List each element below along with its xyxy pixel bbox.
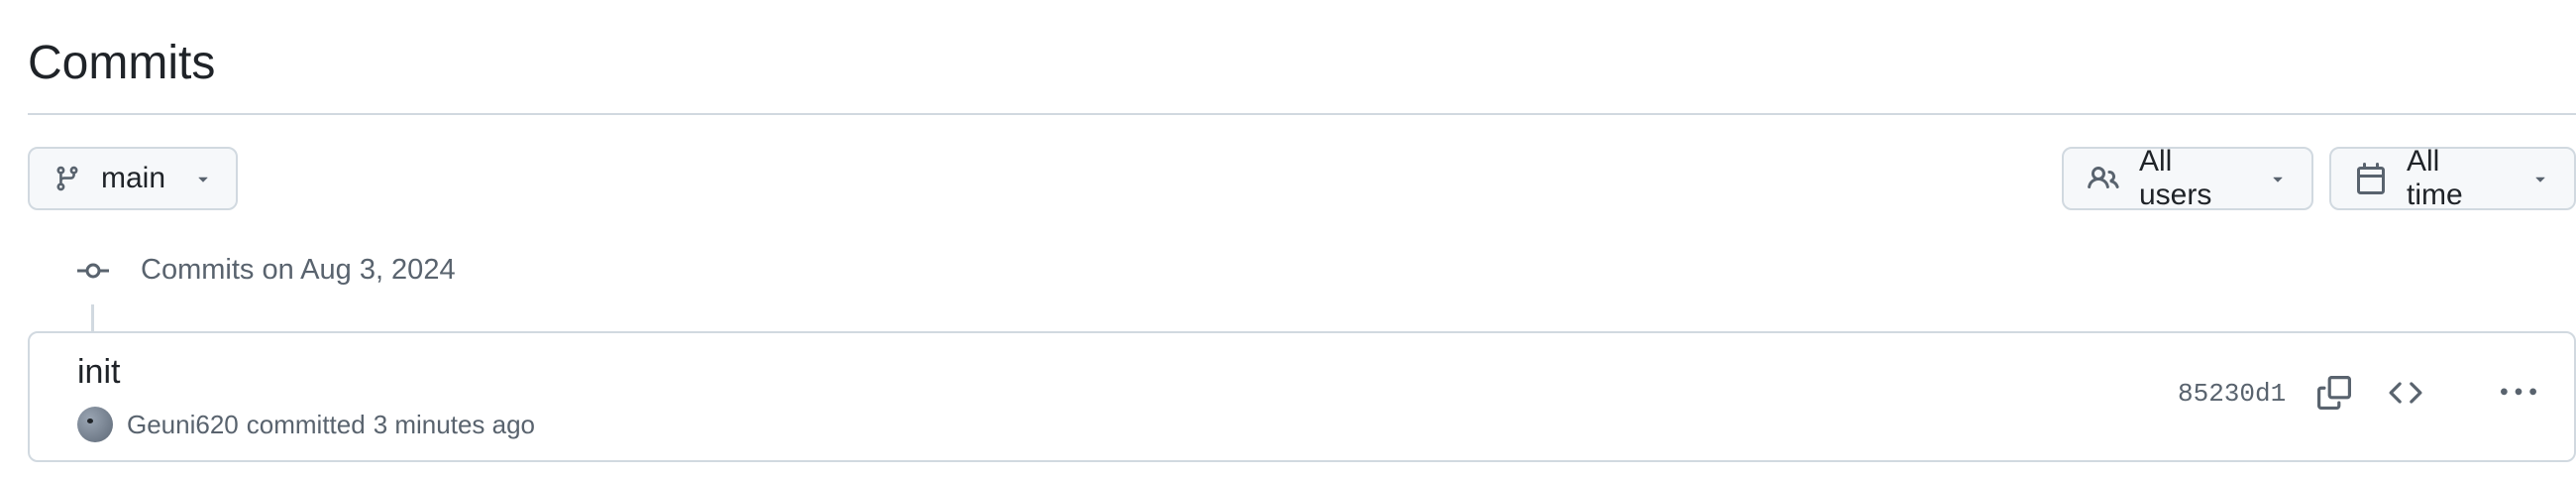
title-divider [28,113,2576,115]
commit-time: 3 minutes ago [373,409,536,439]
copy-sha-button[interactable] [2307,367,2362,422]
git-branch-icon [54,163,81,194]
users-filter-button[interactable]: All users [2062,145,2313,211]
commit-author-link[interactable]: Geuni620 [127,410,239,440]
code-icon [2389,376,2422,415]
browse-code-button[interactable] [2378,367,2433,422]
commits-page: Commits main All users All time Commits … [0,0,2576,480]
caret-down-icon [193,169,213,188]
more-actions-button[interactable] [2491,367,2546,422]
commit-action-text: committed [246,409,366,439]
commit-sha-link[interactable]: 85230d1 [2178,379,2286,409]
copy-icon [2317,375,2351,415]
caret-down-icon [2268,169,2288,188]
commit-group-header: Commits on Aug 3, 2024 [75,254,456,287]
time-filter-label: All time [2407,145,2463,211]
git-commit-icon [75,261,111,281]
timeline-connector [91,304,94,332]
page-title: Commits [28,37,216,89]
avatar[interactable] [77,407,113,442]
users-filter-label: All users [2139,145,2212,211]
commit-message-link[interactable]: init [77,353,120,392]
commit-row: init Geuni620 committed 3 minutes ago 85… [28,331,2576,462]
branch-label: main [101,162,166,194]
commit-meta: Geuni620 committed 3 minutes ago [77,407,535,442]
branch-selector-button[interactable]: main [28,147,238,210]
caret-down-icon [2530,169,2550,188]
people-icon [2088,163,2119,194]
calendar-icon [2355,163,2387,194]
time-filter-button[interactable]: All time [2329,145,2576,211]
commit-group-date: Commits on Aug 3, 2024 [141,254,456,286]
kebab-horizontal-icon [2501,375,2536,416]
